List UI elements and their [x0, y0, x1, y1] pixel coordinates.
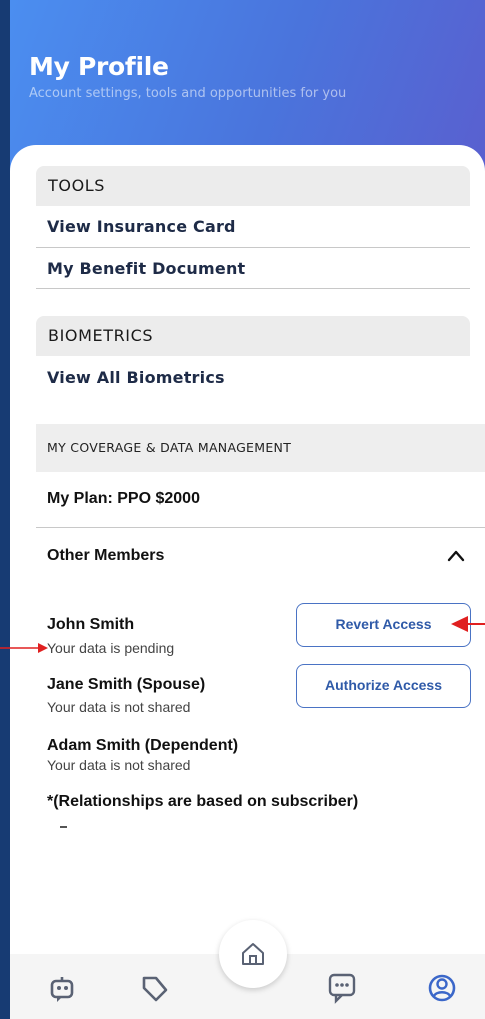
heart-tag-icon[interactable]: [138, 974, 172, 1004]
home-icon: [242, 943, 264, 965]
home-button[interactable]: [219, 920, 287, 988]
annotation-arrow-button: [451, 616, 485, 632]
annotation-arrows: [0, 616, 485, 653]
profile-icon[interactable]: [427, 973, 457, 1003]
annotation-arrow-status: [0, 643, 48, 653]
chat-bot-icon[interactable]: [48, 974, 78, 1004]
app-frame: My Profile Account settings, tools and o…: [0, 0, 485, 1019]
message-dots-icon[interactable]: [327, 972, 357, 1004]
